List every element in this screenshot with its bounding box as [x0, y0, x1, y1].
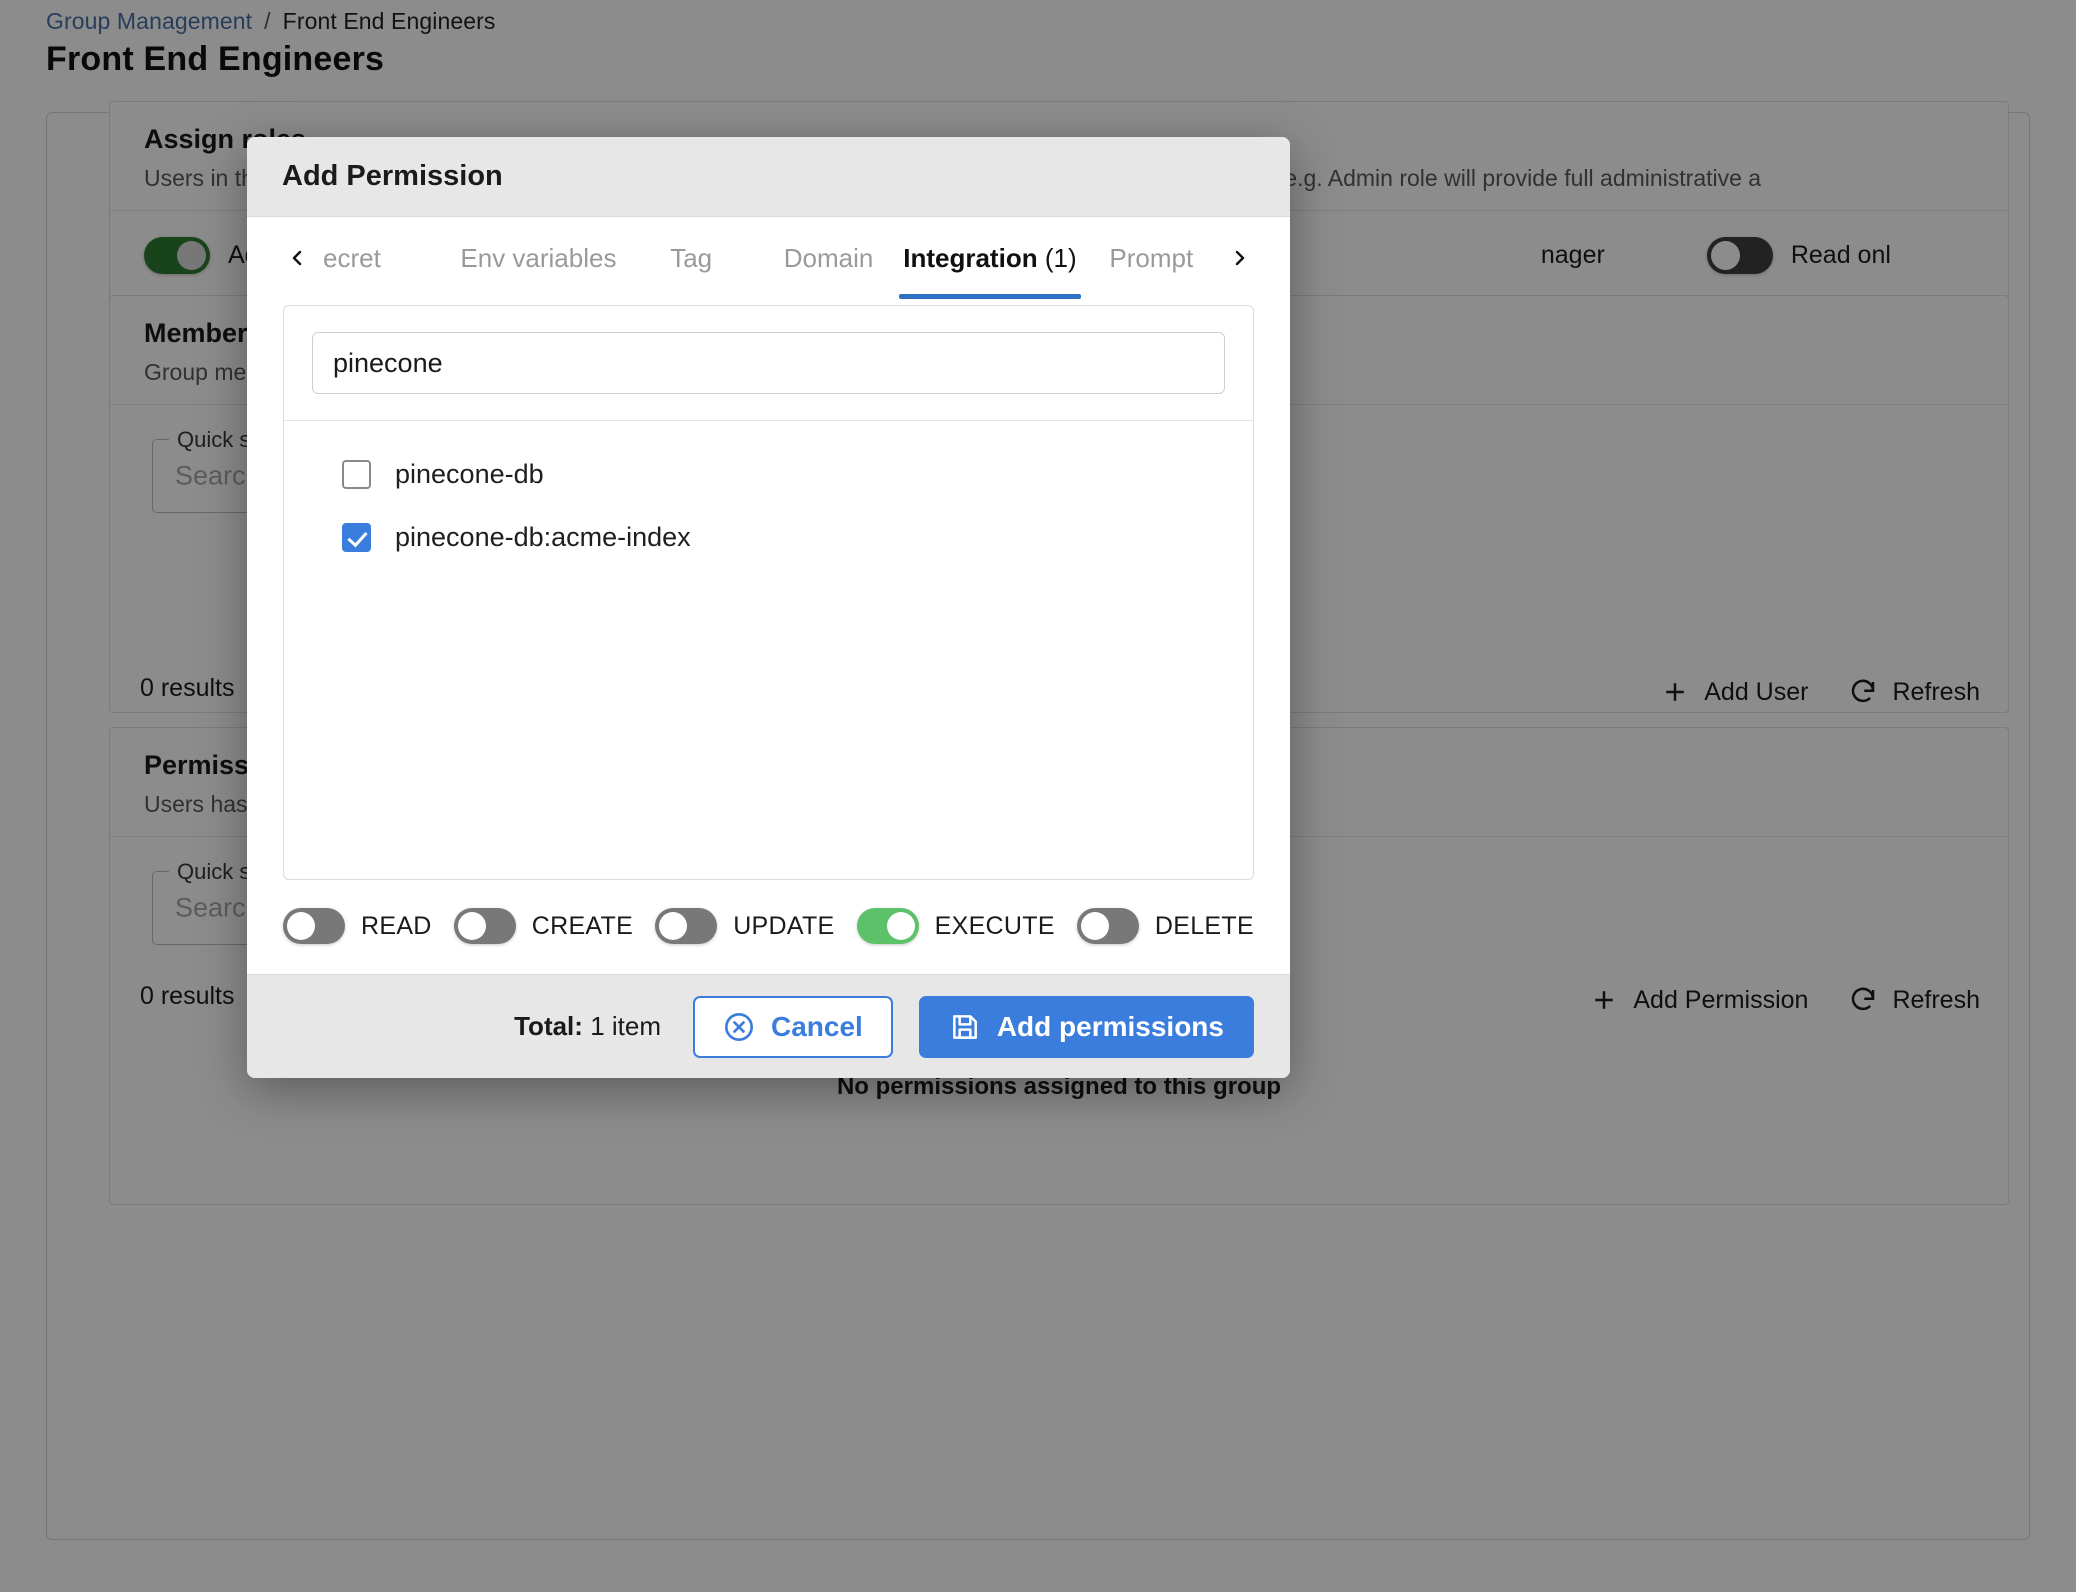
tab-label: Tag — [670, 242, 713, 273]
permission-toggle-delete[interactable]: DELETE — [1076, 908, 1254, 944]
toggle-switch[interactable] — [856, 908, 919, 944]
toggle-knob — [1080, 912, 1109, 940]
tab-label: Env variables — [460, 242, 617, 273]
dialog-footer: Total: 1 item Cancel Add permissions — [247, 974, 1290, 1078]
toggle-knob — [659, 912, 688, 940]
checkbox-pinecone-db-acme-index[interactable] — [342, 523, 371, 552]
tab-prompt[interactable]: Prompt — [1083, 217, 1220, 299]
toggle-switch[interactable] — [283, 908, 345, 944]
total-label: Total: — [514, 1011, 583, 1041]
tab-label: ecret — [323, 242, 381, 273]
close-circle-icon — [725, 1012, 753, 1041]
resource-search-wrap: pinecone — [284, 306, 1253, 421]
tabs-scroll-left-button[interactable] — [277, 217, 317, 299]
chevron-left-icon — [292, 250, 302, 266]
tab-env-variables[interactable]: Env variables — [454, 217, 622, 299]
tab-label: Prompt — [1109, 242, 1194, 273]
tab-domain[interactable]: Domain — [760, 217, 897, 299]
tab-count: (1) — [1044, 242, 1077, 273]
cancel-label: Cancel — [771, 1010, 863, 1042]
toggle-switch[interactable] — [1076, 908, 1139, 944]
add-permissions-button[interactable]: Add permissions — [918, 995, 1254, 1058]
add-permissions-label: Add permissions — [996, 1010, 1224, 1042]
chevron-right-icon — [1235, 250, 1245, 266]
toggle-switch[interactable] — [655, 908, 718, 944]
resource-search-input[interactable]: pinecone — [312, 332, 1225, 394]
total-value: 1 item — [590, 1011, 661, 1041]
permission-toggle-execute[interactable]: EXECUTE — [856, 908, 1055, 944]
tab-tag[interactable]: Tag — [622, 217, 759, 299]
list-item[interactable]: pinecone-db:acme-index — [284, 506, 1253, 569]
permission-label: DELETE — [1154, 911, 1254, 940]
dialog-title: Add Permission — [282, 160, 503, 192]
permission-label: EXECUTE — [934, 911, 1055, 940]
add-permission-dialog: Add Permission ecret Env variables Tag D… — [247, 137, 1290, 1078]
permission-toggle-row: READ CREATE UPDATE EXECUTE DELETE — [247, 880, 1290, 974]
tab-integration[interactable]: Integration (1) — [897, 217, 1082, 299]
permission-label: READ — [361, 911, 432, 940]
toggle-knob — [886, 912, 915, 940]
save-icon — [952, 1014, 977, 1039]
toggle-knob — [457, 912, 486, 940]
permission-label: CREATE — [531, 911, 634, 940]
cancel-button[interactable]: Cancel — [693, 995, 893, 1058]
tabs-scroll-right-button[interactable] — [1220, 217, 1260, 299]
checkbox-pinecone-db[interactable] — [342, 460, 371, 489]
tab-label: Domain — [783, 242, 874, 273]
dialog-body: ecret Env variables Tag Domain Integrati… — [247, 217, 1290, 974]
resource-type-tabs: ecret Env variables Tag Domain Integrati… — [247, 217, 1290, 299]
total-count: Total: 1 item — [514, 1011, 661, 1042]
permission-toggle-read[interactable]: READ — [283, 908, 432, 944]
permission-toggle-update[interactable]: UPDATE — [655, 908, 834, 944]
tab-label: Integration — [903, 242, 1038, 273]
list-item[interactable]: pinecone-db — [284, 443, 1253, 506]
dialog-header: Add Permission — [247, 137, 1290, 217]
resource-picker: pinecone pinecone-db pinecone-db:acme-in… — [283, 305, 1254, 880]
toggle-knob — [287, 912, 315, 940]
app-root: Group Management / Front End Engineers Fro… — [0, 0, 2076, 1592]
permission-toggle-create[interactable]: CREATE — [453, 908, 634, 944]
resource-option-list: pinecone-db pinecone-db:acme-index — [284, 421, 1253, 879]
list-item-label: pinecone-db — [395, 459, 544, 489]
permission-label: UPDATE — [733, 911, 835, 940]
list-item-label: pinecone-db:acme-index — [395, 522, 691, 552]
toggle-switch[interactable] — [453, 908, 516, 944]
tab-secret[interactable]: ecret — [317, 217, 454, 299]
tabs-scroll-viewport: ecret Env variables Tag Domain Integrati… — [317, 217, 1220, 299]
